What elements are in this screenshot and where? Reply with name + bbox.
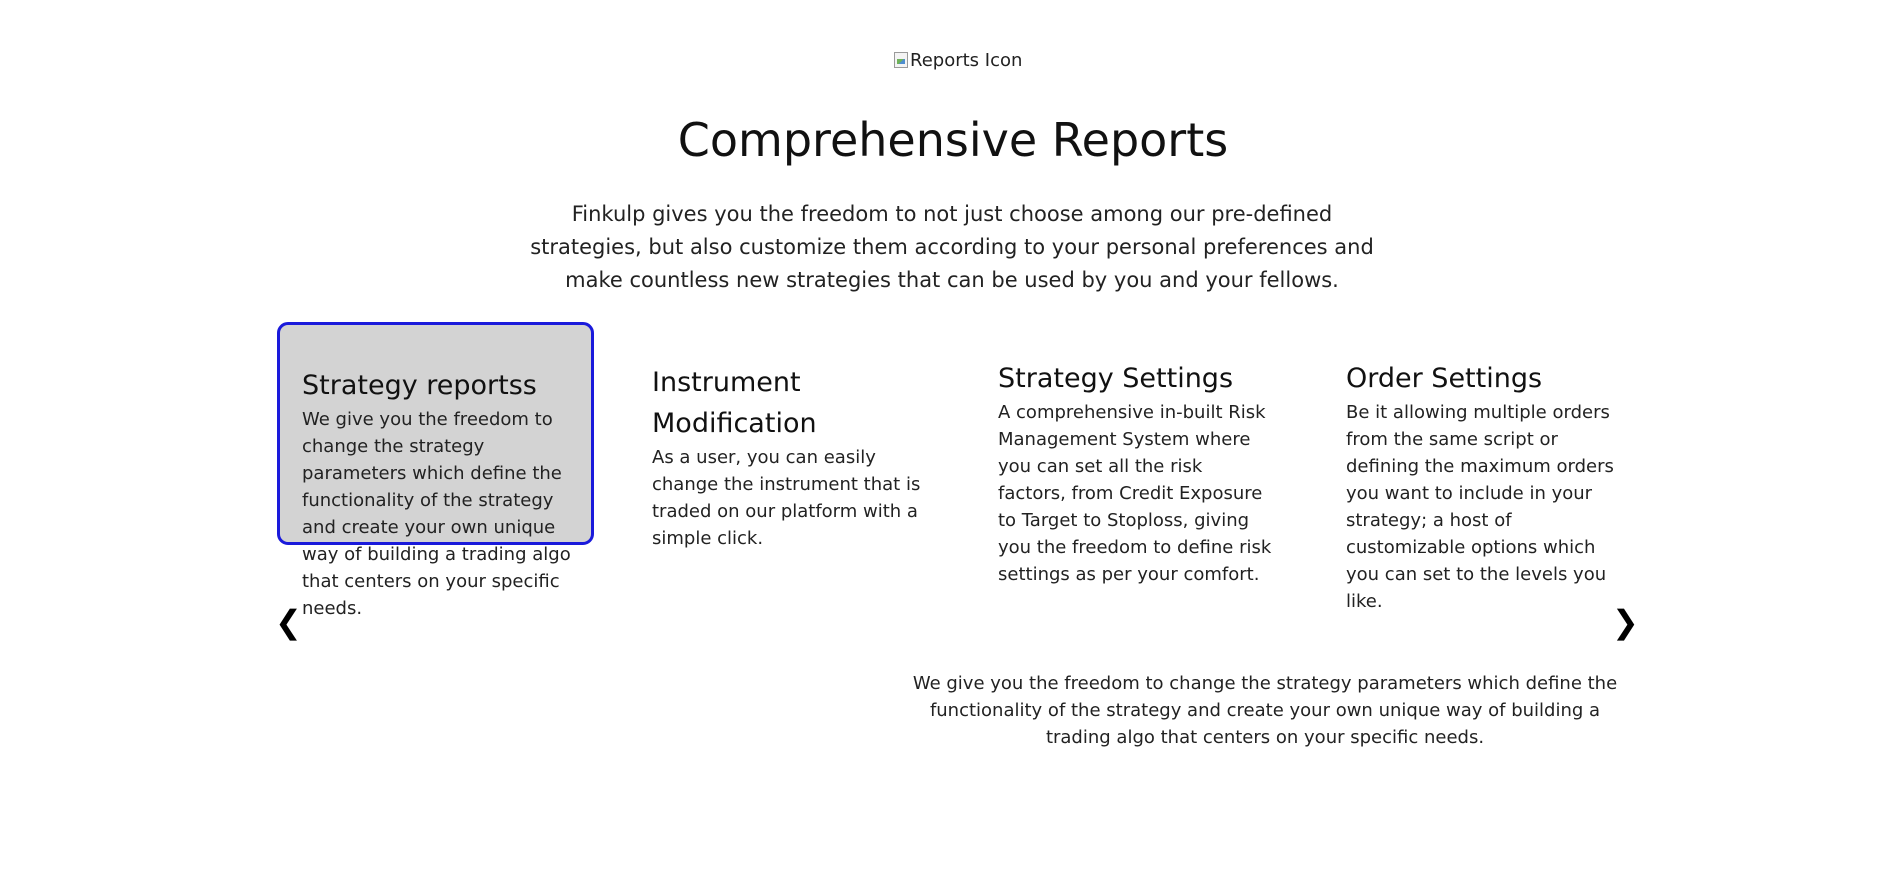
reports-icon: Reports Icon — [894, 50, 1022, 72]
carousel-next-button[interactable]: ❯ — [1612, 604, 1639, 640]
page-description: Finkulp gives you the freedom to not jus… — [530, 202, 1374, 292]
broken-image-icon — [894, 52, 908, 68]
card-text: Be it allowing multiple orders from the … — [1346, 402, 1614, 612]
card-strategy-settings[interactable]: Strategy Settings A comprehensive in-bui… — [974, 358, 1274, 588]
card-order-settings[interactable]: Order Settings Be it allowing multiple o… — [1322, 358, 1622, 615]
card-title: Strategy Settings — [998, 363, 1234, 394]
card-title: Order Settings — [1346, 363, 1543, 394]
card-strategy-reports[interactable]: Strategy reportss We give you the freedo… — [277, 322, 594, 619]
card-title: Strategy reportss — [302, 370, 537, 401]
card-instrument-modification[interactable]: Instrument Modification As a user, you c… — [628, 362, 920, 552]
selected-card-detail: We give you the freedom to change the st… — [912, 673, 1618, 748]
card-text: We give you the freedom to change the st… — [302, 409, 571, 619]
card-title: Instrument Modification — [652, 367, 817, 439]
carousel-prev-button[interactable]: ❮ — [275, 604, 302, 640]
reports-icon-alt-text: Reports Icon — [910, 50, 1023, 71]
card-text: As a user, you can easily change the ins… — [652, 447, 921, 549]
page-title: Comprehensive Reports — [677, 113, 1229, 167]
card-text: A comprehensive in-built Risk Management… — [998, 402, 1272, 585]
